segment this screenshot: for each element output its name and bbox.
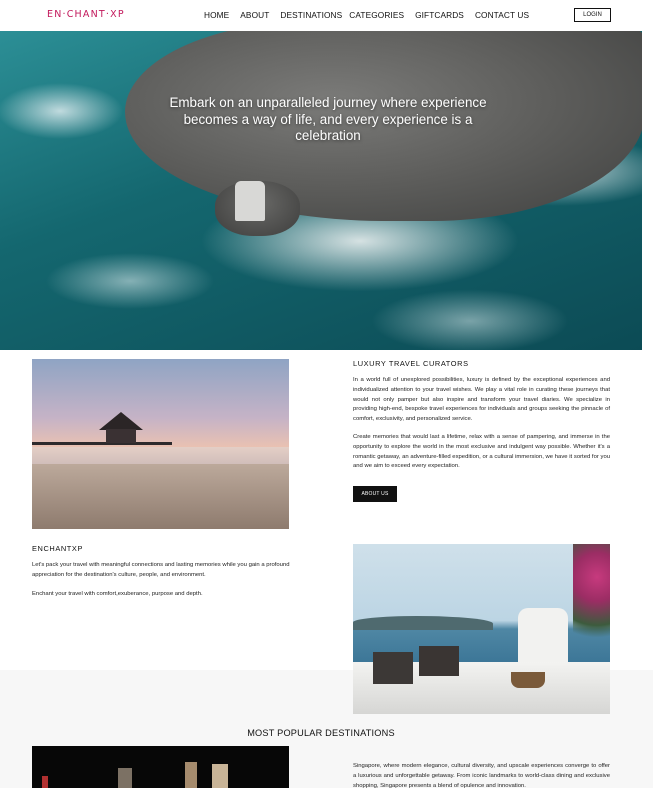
nav-contact-link[interactable]: CONTACT US bbox=[475, 10, 529, 20]
hero-lighthouse bbox=[235, 181, 265, 221]
gazebo-beach bbox=[32, 464, 289, 529]
santorini-flowers bbox=[573, 544, 610, 654]
nav-categories-link[interactable]: CATEGORIES bbox=[349, 10, 404, 20]
hero-banner: Embark on an unparalleled journey where … bbox=[0, 31, 642, 350]
singapore-building bbox=[118, 768, 132, 788]
gazebo-pier bbox=[32, 442, 172, 445]
section-heading-luxury: LUXURY TRAVEL CURATORS bbox=[353, 359, 469, 368]
nav-about-link[interactable]: ABOUT bbox=[240, 10, 269, 20]
enchant-paragraph-2: Enchant your travel with comfort,exubera… bbox=[32, 591, 203, 597]
luxury-paragraph-1: In a world full of unexplored possibilit… bbox=[353, 377, 610, 423]
singapore-building bbox=[212, 764, 228, 788]
singapore-building bbox=[185, 762, 197, 788]
site-logo[interactable]: EN·CHANT·XP bbox=[47, 9, 125, 20]
santorini-pot bbox=[511, 672, 545, 688]
main-menu: HOME ABOUT DESTINATIONS CATEGORIES GIFTC… bbox=[204, 10, 540, 20]
nav-giftcards-link[interactable]: GIFTCARDS bbox=[415, 10, 464, 20]
santorini-terrace-image bbox=[353, 544, 610, 714]
gazebo-beach-image bbox=[32, 359, 289, 529]
hero-headline: Embark on an unparalleled journey where … bbox=[169, 95, 487, 143]
gazebo-hut bbox=[106, 429, 136, 443]
singapore-light bbox=[42, 776, 48, 788]
singapore-night-image[interactable] bbox=[32, 746, 289, 788]
gazebo-roof bbox=[99, 412, 143, 430]
about-us-button[interactable]: ABOUT US bbox=[353, 486, 397, 502]
nav-home-link[interactable]: HOME bbox=[204, 10, 229, 20]
singapore-description: Singapore, where modern elegance, cultur… bbox=[353, 763, 610, 788]
luxury-paragraph-2: Create memories that would last a lifeti… bbox=[353, 434, 610, 470]
enchant-paragraph-1: Let's pack your travel with meaningful c… bbox=[32, 562, 290, 578]
section-heading-enchantxp: ENCHANTXP bbox=[32, 544, 83, 553]
santorini-island bbox=[353, 616, 493, 630]
nav-destinations-link[interactable]: DESTINATIONS bbox=[280, 10, 342, 20]
santorini-chair bbox=[419, 646, 459, 676]
top-nav: EN·CHANT·XP HOME ABOUT DESTINATIONS CATE… bbox=[0, 0, 653, 31]
login-button[interactable]: LOGIN bbox=[574, 8, 611, 22]
santorini-chair bbox=[373, 652, 413, 684]
section-heading-popular: MOST POPULAR DESTINATIONS bbox=[247, 728, 395, 738]
